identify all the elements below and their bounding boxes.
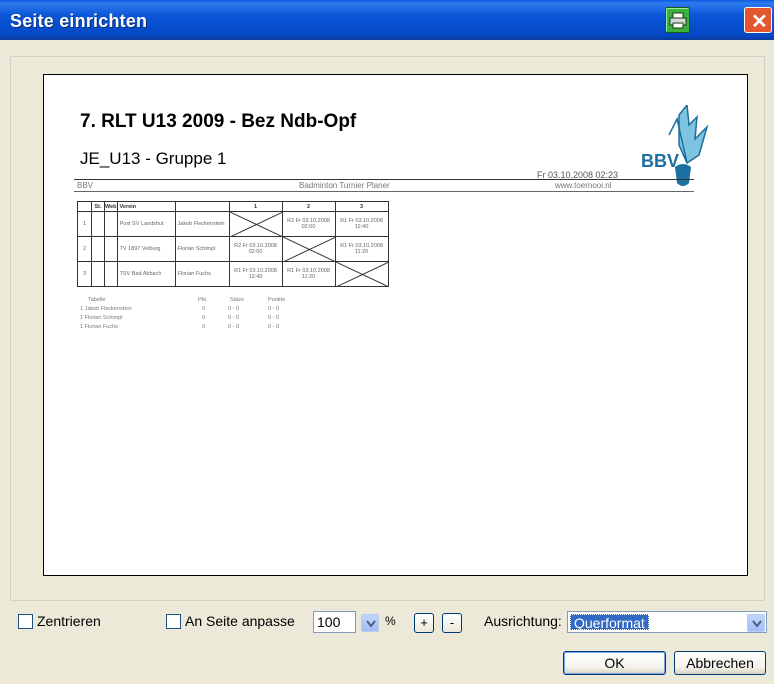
table-header: Verein bbox=[116, 201, 176, 212]
table-header: Web bbox=[104, 201, 118, 212]
chevron-down-icon bbox=[366, 620, 376, 628]
title-bar: Seite einrichten ✕ bbox=[0, 0, 774, 40]
preview-subtitle: JE_U13 - Gruppe 1 bbox=[80, 149, 227, 168]
table-row: 2 TV 1897 Velburg Florian Schimpl R2 Fr … bbox=[77, 236, 389, 262]
orientation-dropdown-button[interactable] bbox=[747, 614, 765, 632]
printer-icon[interactable] bbox=[665, 7, 690, 33]
table-header: 2 bbox=[281, 201, 336, 212]
table-row: 3 TSV Bad Abbach Florian Fuchs R1 Fr 03.… bbox=[77, 261, 389, 287]
close-button[interactable]: ✕ bbox=[744, 7, 772, 33]
bbv-logo: BBV bbox=[641, 105, 709, 186]
preview-right-header: www.toernooi.nl bbox=[555, 181, 612, 190]
zoom-plus-button[interactable]: + bbox=[414, 613, 434, 633]
percent-label: % bbox=[385, 614, 396, 628]
zoom-input[interactable]: 100 bbox=[313, 611, 356, 633]
table-header: 3 bbox=[334, 201, 389, 212]
table-header: St. bbox=[91, 201, 105, 212]
cancel-button[interactable]: Abbrechen bbox=[674, 651, 766, 675]
chevron-down-icon bbox=[752, 620, 762, 628]
schedule-table: St. Web Verein 1 2 3 1 Post SV Landshut … bbox=[77, 201, 389, 287]
orientation-select[interactable]: Querformat bbox=[567, 611, 767, 633]
page-preview: 7. RLT U13 2009 - Bez Ndb-Opf JE_U13 - G… bbox=[43, 74, 748, 576]
preview-title: 7. RLT U13 2009 - Bez Ndb-Opf bbox=[80, 111, 357, 132]
preview-left-header: BBV bbox=[77, 181, 94, 190]
zoom-dropdown-button[interactable] bbox=[361, 614, 379, 632]
orientation-label: Ausrichtung: bbox=[484, 613, 562, 629]
table-header: 1 bbox=[228, 201, 283, 212]
zoom-minus-button[interactable]: - bbox=[442, 613, 462, 633]
ok-button[interactable]: OK bbox=[563, 651, 666, 675]
orientation-value: Querformat bbox=[570, 614, 649, 631]
table-header bbox=[174, 201, 230, 212]
preview-center-header: Badminton Turnier Planer bbox=[299, 181, 390, 190]
fit-page-checkbox[interactable] bbox=[166, 614, 181, 629]
fit-page-label: An Seite anpasse bbox=[185, 613, 295, 629]
center-label: Zentrieren bbox=[37, 613, 101, 629]
cross-cell bbox=[334, 261, 389, 287]
svg-text:BBV: BBV bbox=[641, 151, 679, 171]
table-row: 1 Post SV Landshut Jakob Fleckenstein R2… bbox=[77, 211, 389, 237]
center-checkbox[interactable] bbox=[18, 614, 33, 629]
cross-cell bbox=[228, 211, 283, 237]
window-title: Seite einrichten bbox=[10, 11, 148, 31]
close-icon: ✕ bbox=[751, 11, 768, 33]
cross-cell bbox=[281, 236, 336, 262]
